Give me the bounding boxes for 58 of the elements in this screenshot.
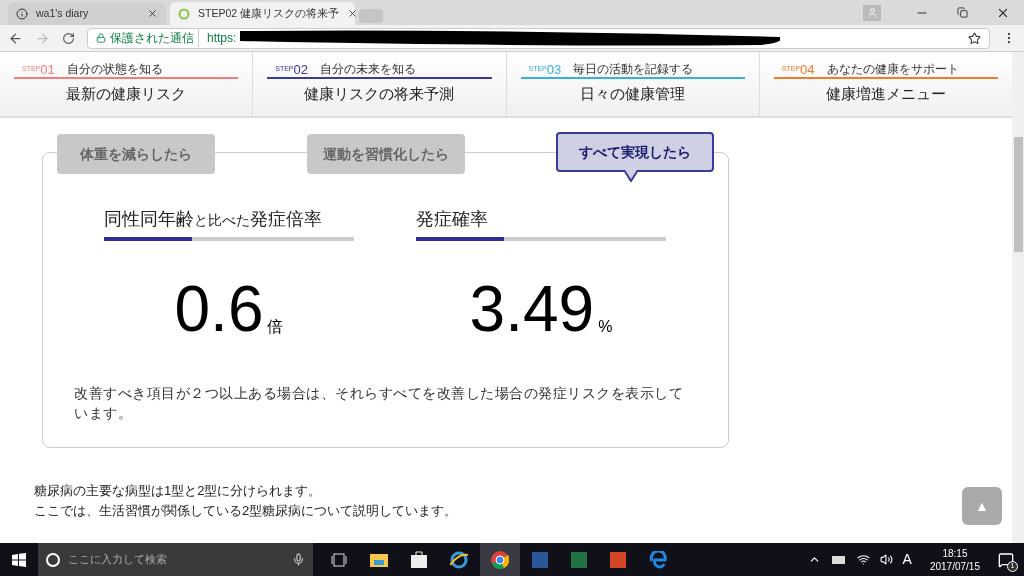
cortana-icon bbox=[46, 552, 60, 567]
reload-icon[interactable] bbox=[62, 31, 75, 45]
browser-tab[interactable]: STEP02 健康リスクの将来予 bbox=[170, 2, 355, 25]
url-text: https: bbox=[207, 30, 237, 47]
tab-title: STEP02 健康リスクの将来予 bbox=[198, 5, 340, 21]
tab-title: wa1's diary bbox=[36, 5, 90, 21]
metric-value: 3.49 bbox=[469, 277, 595, 341]
step-number: 03 bbox=[546, 63, 562, 76]
pointer-tail bbox=[624, 170, 638, 182]
bookmark-icon[interactable] bbox=[968, 31, 981, 45]
metric-value: 0.6 bbox=[174, 277, 264, 341]
browser-icon[interactable] bbox=[450, 550, 468, 569]
site-icon bbox=[16, 7, 28, 20]
metric-unit: % bbox=[598, 317, 613, 337]
back-icon[interactable] bbox=[8, 30, 23, 46]
search-field[interactable]: ここに入力して検索 bbox=[38, 543, 313, 576]
step-number: 02 bbox=[293, 63, 308, 76]
security-label: 保護された通信 bbox=[110, 29, 199, 47]
scrollbar[interactable] bbox=[1012, 52, 1024, 543]
metric-title: 発症確率 bbox=[416, 208, 489, 231]
scenario-tab[interactable]: すべて実現したら bbox=[556, 132, 714, 172]
lock-icon bbox=[96, 33, 106, 43]
step-number: 04 bbox=[800, 63, 815, 76]
address-field[interactable]: 保護された通信 https: bbox=[87, 27, 990, 49]
restore-icon[interactable] bbox=[957, 7, 968, 18]
step-subtitle: 自分の状態を知る bbox=[66, 62, 163, 76]
clock-time[interactable]: 18:15 bbox=[942, 546, 968, 560]
edge-icon[interactable] bbox=[649, 550, 667, 569]
step-subtitle: あなたの健康をサポート bbox=[826, 62, 959, 76]
clock-date[interactable]: 2017/07/15 bbox=[929, 559, 980, 573]
metric-title: 同性同年齢と比べた発症倍率 bbox=[104, 208, 323, 231]
person-icon bbox=[866, 7, 878, 18]
store-icon[interactable] bbox=[411, 551, 427, 568]
close-icon[interactable] bbox=[147, 8, 158, 19]
body-text: ここでは、生活習慣が関係している2型糖尿病について説明しています。 bbox=[34, 502, 459, 520]
task-view-icon[interactable] bbox=[331, 552, 347, 567]
step-subtitle: 毎日の活動を記録する bbox=[573, 62, 694, 76]
step-number: 01 bbox=[40, 63, 55, 76]
battery-icon[interactable] bbox=[830, 554, 847, 565]
body-text: 糖尿病の主要な病型は1型と2型に分けられます。 bbox=[34, 482, 323, 500]
chrome-icon[interactable] bbox=[491, 550, 509, 569]
step-title[interactable]: 最新の健康リスク bbox=[14, 83, 239, 106]
wifi-icon[interactable] bbox=[856, 553, 870, 566]
step-subtitle: 自分の未来を知る bbox=[320, 62, 416, 76]
browser-tab[interactable]: wa1's diary bbox=[8, 2, 166, 25]
folder-icon[interactable] bbox=[370, 552, 388, 567]
step-title[interactable]: 健康増進メニュー bbox=[773, 83, 998, 106]
microphone-icon[interactable] bbox=[292, 553, 305, 566]
volume-icon[interactable] bbox=[879, 553, 893, 566]
step-title[interactable]: 日々の健康管理 bbox=[520, 83, 745, 106]
close-icon[interactable] bbox=[347, 8, 359, 19]
site-icon bbox=[178, 7, 190, 20]
windows-icon[interactable] bbox=[12, 552, 26, 567]
metric-unit: 倍 bbox=[267, 317, 284, 337]
step-title[interactable]: 健康リスクの将来予測 bbox=[267, 83, 492, 106]
notification-icon[interactable] bbox=[998, 551, 1014, 568]
ime-indicator[interactable]: A bbox=[902, 549, 912, 570]
note-text: 改善すべき項目が２つ以上ある場合は、それらすべてを改善した場合の発症リスクを表示しています。 bbox=[74, 384, 684, 423]
